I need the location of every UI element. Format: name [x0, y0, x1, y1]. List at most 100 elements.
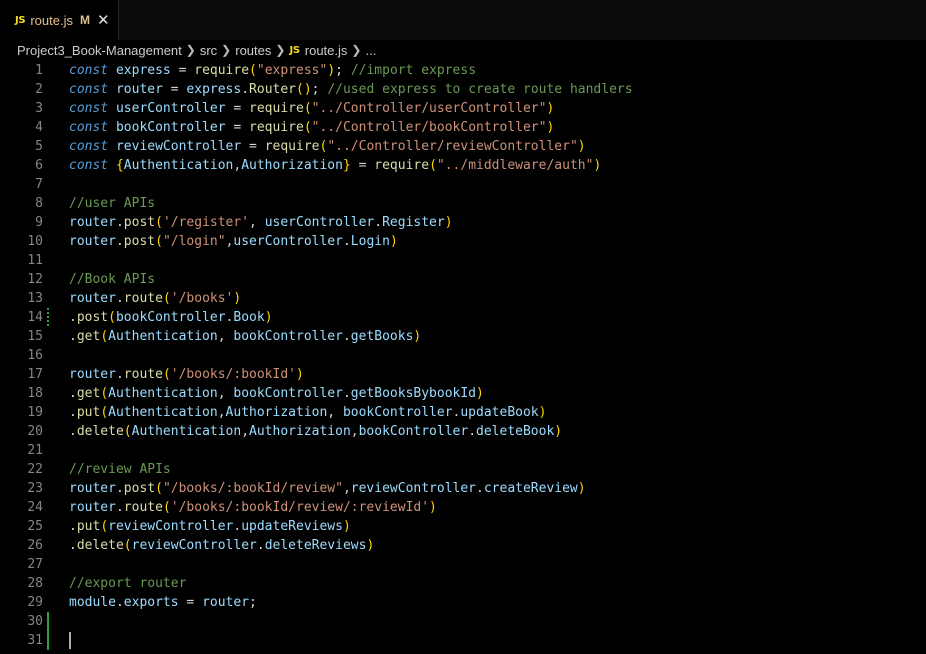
code-token: ( [100, 405, 109, 420]
code-line[interactable]: 27 [0, 555, 926, 574]
code-token: deleteReviews [264, 538, 367, 553]
code-token: ) [538, 405, 547, 420]
code-line[interactable]: 1 const express = require("express"); //i… [0, 61, 926, 80]
code-token: Authentication [108, 386, 218, 401]
code-token: reviewController [115, 139, 242, 154]
code-line[interactable]: 11 [0, 251, 926, 270]
code-line[interactable]: 7 [0, 175, 926, 194]
code-token: userController [115, 101, 226, 116]
code-token: } [342, 158, 351, 173]
code-line[interactable]: 20 .delete(Authentication,Authorization,b… [0, 422, 926, 441]
code-token: reviewController [350, 481, 477, 496]
code-token: put [76, 405, 101, 420]
code-token: . [241, 82, 250, 97]
code-token: reviewController [108, 519, 234, 534]
code-token: { [115, 158, 124, 173]
code-token: ) [444, 215, 453, 230]
code-token: , [241, 424, 250, 439]
code-line[interactable]: 29 module.exports = router; [0, 593, 926, 612]
code-token: exports [123, 595, 179, 610]
code-token: require [264, 139, 320, 154]
git-modified-gutter[interactable] [47, 308, 49, 327]
code-line[interactable]: 26 .delete(reviewController.deleteReviews… [0, 536, 926, 555]
code-token: ( [100, 329, 109, 344]
code-line[interactable]: 9 router.post('/register', userController… [0, 213, 926, 232]
code-token: "/books/:bookId/review" [162, 481, 343, 496]
code-token: post [123, 234, 156, 249]
code-line[interactable]: 12 //Book APIs [0, 270, 926, 289]
code-line[interactable]: 22 //review APIs [0, 460, 926, 479]
code-line[interactable]: 28 //export router [0, 574, 926, 593]
code-token: ) [296, 367, 304, 382]
code-token: ) [554, 424, 563, 439]
line-number: 1 [35, 63, 43, 78]
code-line[interactable]: 5 const reviewController = require("../Co… [0, 137, 926, 156]
code-token: Authorization [249, 424, 351, 439]
code-line[interactable]: 4 const bookController = require("../Cont… [0, 118, 926, 137]
code-token: bookController [233, 386, 343, 401]
code-token: userController [233, 234, 343, 249]
code-line[interactable]: 6 const {Authentication,Authorization} = … [0, 156, 926, 175]
code-line[interactable]: 3 const userController = require("../Cont… [0, 99, 926, 118]
breadcrumb-src[interactable]: src [200, 43, 217, 58]
code-token: router [69, 481, 116, 496]
code-token: ; [249, 595, 257, 610]
code-line[interactable]: 10 router.post("/login",userController.Lo… [0, 232, 926, 251]
breadcrumb-symbols[interactable]: ... [365, 43, 376, 58]
code-text: const bookController = require("../Contr… [69, 118, 554, 137]
code-editor[interactable]: 1 const express = require("express"); //i… [0, 61, 926, 654]
code-line[interactable]: 13 router.route('/books') [0, 289, 926, 308]
code-token: //review APIs [69, 462, 171, 477]
code-line[interactable]: 15 .get(Authentication, bookController.ge… [0, 327, 926, 346]
close-icon[interactable]: ✕ [97, 12, 110, 28]
code-token: ; [311, 82, 328, 97]
code-line[interactable]: 14 .post(bookController.Book) [0, 308, 926, 327]
code-token: . [69, 310, 77, 325]
breadcrumb-routes[interactable]: routes [235, 43, 271, 58]
code-token: post [123, 215, 156, 230]
code-token: ) [389, 234, 398, 249]
breadcrumb-project[interactable]: Project3_Book-Management [17, 43, 182, 58]
code-line[interactable]: 24 router.route('/books/:bookId/review/:r… [0, 498, 926, 517]
tab-route-js[interactable]: JS route.js M ✕ [0, 0, 119, 40]
code-token: const [69, 139, 109, 154]
code-line[interactable]: 16 [0, 346, 926, 365]
code-token: bookController [233, 329, 343, 344]
code-token: Login [350, 234, 390, 249]
code-text: router.route('/books') [69, 289, 241, 308]
code-text: //Book APIs [69, 270, 155, 289]
javascript-file-icon: JS [15, 14, 26, 26]
code-line[interactable]: 17 router.route('/books/:bookId') [0, 365, 926, 384]
code-text: .post(bookController.Book) [69, 308, 273, 327]
code-token: , [249, 215, 265, 230]
code-token: bookController [342, 405, 453, 420]
code-token: const [69, 120, 109, 135]
code-token: ) [593, 158, 602, 173]
code-token: require [249, 120, 304, 135]
line-number: 22 [27, 462, 43, 477]
code-line[interactable]: 19 .put(Authentication,Authorization, boo… [0, 403, 926, 422]
code-text: .get(Authentication, bookController.getB… [69, 384, 484, 403]
line-number: 10 [27, 234, 43, 249]
code-line[interactable]: 25 .put(reviewController.updateReviews) [0, 517, 926, 536]
code-token: require [249, 101, 304, 116]
code-token: post [123, 481, 156, 496]
code-line[interactable]: 21 [0, 441, 926, 460]
code-token: , [217, 405, 226, 420]
code-line[interactable]: 8 //user APIs [0, 194, 926, 213]
code-token: userController [264, 215, 375, 230]
line-number: 9 [35, 215, 43, 230]
code-token: . [256, 538, 265, 553]
code-line[interactable]: 18 .get(Authentication, bookController.ge… [0, 384, 926, 403]
code-line[interactable]: 2 const router = express.Router(); //used… [0, 80, 926, 99]
code-line[interactable]: 23 router.post("/books/:bookId/review",re… [0, 479, 926, 498]
code-line[interactable]: 30 [0, 612, 926, 631]
git-added-gutter[interactable] [47, 612, 49, 650]
code-text: //review APIs [69, 460, 171, 479]
breadcrumb-file[interactable]: route.js [305, 43, 348, 58]
code-line[interactable]: 31 [0, 631, 926, 650]
code-text: router.route('/books/:bookId') [69, 365, 304, 384]
code-token: bookController [358, 424, 469, 439]
code-text: module.exports = router; [69, 593, 257, 612]
code-token: Authorization [241, 158, 343, 173]
